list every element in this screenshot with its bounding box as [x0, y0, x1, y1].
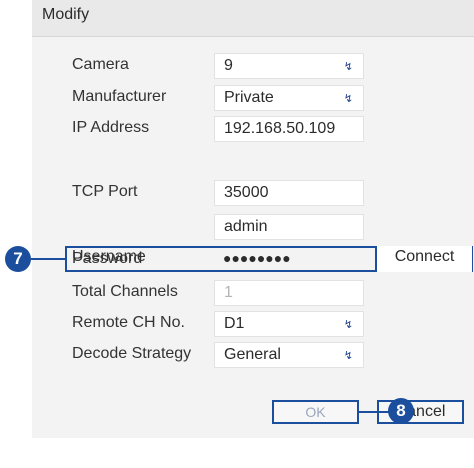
step-8-callout: 8	[388, 398, 414, 424]
total-channels-label: Total Channels	[72, 283, 178, 300]
decode-strategy-value: General	[224, 346, 281, 363]
tcp-port-field[interactable]: 35000	[214, 180, 364, 206]
tcp-port-value: 35000	[224, 184, 269, 201]
manufacturer-value: Private	[224, 89, 274, 106]
total-channels-value: 1	[224, 284, 233, 301]
camera-value: 9	[224, 57, 233, 74]
chevron-down-icon: ↯	[343, 93, 353, 105]
manufacturer-select[interactable]: Private ↯	[214, 85, 364, 111]
ip-address-field[interactable]: 192.168.50.109	[214, 116, 364, 142]
username-field[interactable]: admin	[214, 214, 364, 240]
remote-ch-label: Remote CH No.	[72, 314, 185, 331]
remote-ch-value: D1	[224, 315, 245, 332]
ip-address-label: IP Address	[72, 119, 150, 136]
connect-button[interactable]: Connect	[375, 246, 472, 272]
chevron-down-icon: ↯	[343, 319, 353, 331]
ok-button[interactable]: OK	[272, 400, 359, 424]
camera-select[interactable]: 9 ↯	[214, 53, 364, 79]
step-7-callout: 7	[5, 246, 31, 272]
ip-address-value: 192.168.50.109	[224, 120, 336, 137]
camera-label: Camera	[72, 56, 129, 73]
dialog-title-bar: Modify	[32, 0, 474, 37]
decode-strategy-label: Decode Strategy	[72, 345, 192, 362]
step-7-connector	[31, 258, 65, 260]
manufacturer-label: Manufacturer	[72, 88, 167, 105]
chevron-down-icon: ↯	[343, 350, 353, 362]
remote-ch-select[interactable]: D1 ↯	[214, 311, 364, 337]
dialog-title: Modify	[42, 6, 90, 23]
username-value: admin	[224, 218, 268, 235]
chevron-down-icon: ↯	[343, 61, 353, 73]
modify-dialog: Modify Camera 9 ↯ Manufacturer Private ↯…	[32, 0, 474, 438]
tcp-port-label: TCP Port	[72, 183, 138, 200]
decode-strategy-select[interactable]: General ↯	[214, 342, 364, 368]
total-channels-field: 1	[214, 280, 364, 306]
